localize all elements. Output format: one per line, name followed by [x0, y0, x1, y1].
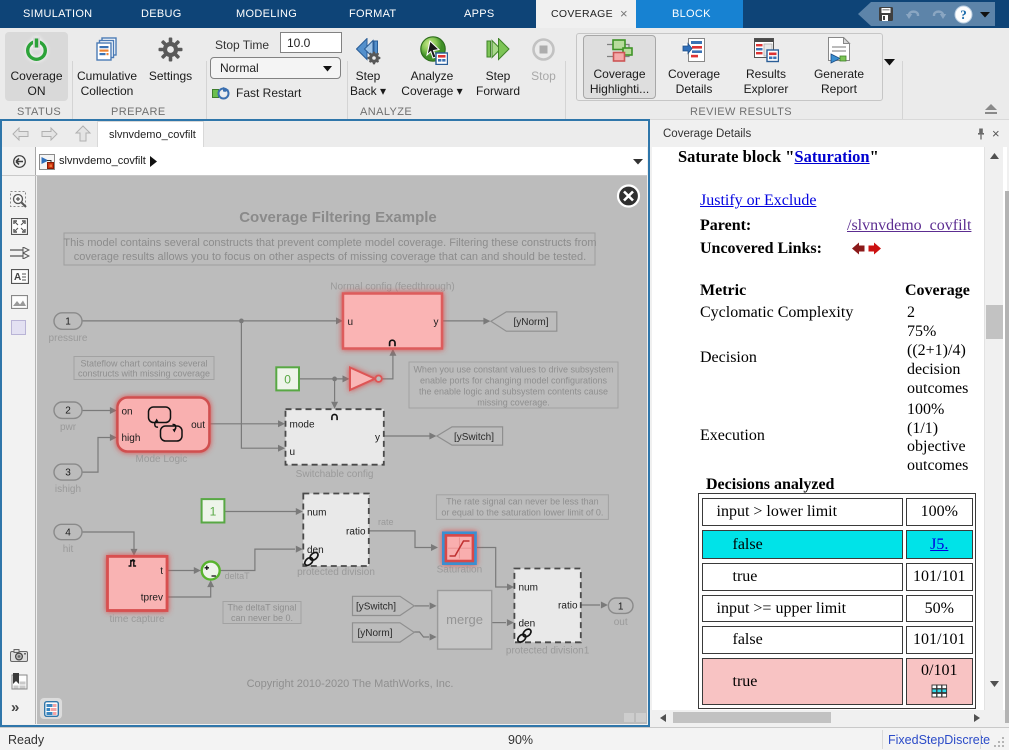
svg-text:or equal to the saturation low: or equal to the saturation lower limit o…	[441, 508, 603, 518]
svg-text:on: on	[121, 407, 132, 418]
svg-text:0: 0	[284, 372, 291, 386]
svg-text:[yNorm]: [yNorm]	[357, 628, 392, 639]
svg-text:1: 1	[209, 504, 216, 518]
svg-text:den: den	[307, 545, 324, 556]
svg-text:missing coverage.: missing coverage.	[477, 397, 550, 407]
svg-text:merge: merge	[446, 612, 483, 627]
svg-text:Switchable config: Switchable config	[295, 469, 373, 480]
svg-text:This model contains several co: This model contains several constructs t…	[63, 237, 596, 249]
svg-text:tprev: tprev	[140, 593, 162, 604]
svg-text:mode: mode	[289, 420, 314, 431]
svg-text:the enable logic and subsystem: the enable logic and subsystem contents …	[418, 386, 607, 396]
svg-text:2: 2	[65, 406, 71, 417]
svg-text:When you use constant values t: When you use constant values to drive su…	[413, 364, 613, 374]
svg-text:hit: hit	[62, 544, 73, 555]
svg-text:The deltaT signal: The deltaT signal	[227, 603, 296, 613]
svg-text:enable ports for changing mode: enable ports for changing model configur…	[419, 375, 607, 385]
svg-text:[ySwitch]: [ySwitch]	[453, 432, 493, 443]
svg-text:protected division: protected division	[297, 567, 375, 578]
svg-text:The rate signal can never be l: The rate signal can never be less than	[446, 497, 599, 507]
svg-text:can never be 0.: can never be 0.	[230, 613, 292, 623]
svg-text:Mode Logic: Mode Logic	[135, 454, 187, 465]
svg-text:Coverage Filtering Example: Coverage Filtering Example	[239, 209, 437, 226]
svg-text:constructs with missing covera: constructs with missing coverage	[77, 368, 209, 378]
svg-text:ratio: ratio	[346, 527, 366, 538]
svg-text:t: t	[160, 566, 163, 577]
svg-text:deltaT: deltaT	[224, 571, 250, 581]
svg-text:time capture: time capture	[109, 614, 164, 625]
svg-text:out: out	[613, 617, 627, 628]
svg-text:u: u	[289, 447, 295, 458]
svg-text:4: 4	[65, 528, 71, 539]
svg-text:den: den	[518, 619, 535, 630]
svg-text:u: u	[347, 317, 353, 328]
svg-text:high: high	[121, 433, 140, 444]
svg-text:out: out	[191, 420, 205, 431]
svg-text:num: num	[307, 508, 326, 519]
svg-text:Normal config (feedthrough): Normal config (feedthrough)	[330, 282, 455, 293]
svg-text:ratio: ratio	[558, 601, 578, 612]
svg-text:pwr: pwr	[59, 422, 76, 433]
svg-text:y: y	[375, 433, 380, 444]
svg-text:num: num	[518, 583, 537, 594]
svg-text:1: 1	[65, 317, 71, 328]
svg-text:A: A	[14, 272, 21, 283]
svg-text:Copyright 2010-2020 The MathWo: Copyright 2010-2020 The MathWorks, Inc.	[246, 678, 453, 690]
svg-text:coverage results allows you to: coverage results allows you to focus on …	[73, 251, 585, 263]
svg-text:[ySwitch]: [ySwitch]	[355, 602, 395, 613]
svg-text:?: ?	[960, 7, 967, 22]
svg-text:y: y	[433, 317, 438, 328]
svg-text:1: 1	[617, 602, 623, 613]
svg-text:rate: rate	[378, 517, 394, 527]
svg-text:ishigh: ishigh	[54, 484, 80, 495]
svg-text:[yNorm]: [yNorm]	[513, 317, 548, 328]
svg-text:3: 3	[65, 468, 71, 479]
svg-text:Saturation: Saturation	[436, 565, 482, 576]
svg-text:protected division1: protected division1	[505, 646, 589, 657]
svg-text:pressure: pressure	[48, 333, 87, 344]
svg-text:Stateflow chart contains sever: Stateflow chart contains several	[80, 358, 207, 368]
